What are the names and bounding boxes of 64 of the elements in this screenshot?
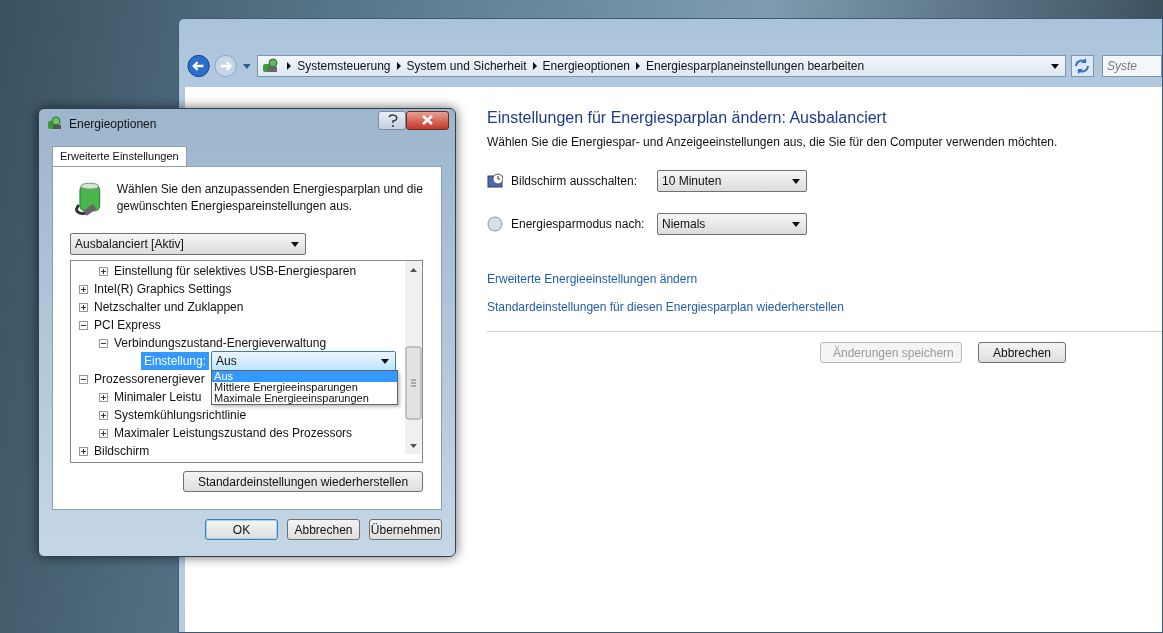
caret-icon — [291, 241, 299, 247]
caret-icon — [243, 63, 252, 69]
window-title: Energieoptionen — [69, 117, 157, 131]
chevron-icon — [396, 62, 401, 70]
plan-dropdown[interactable]: Ausbalanciert [Aktiv] — [70, 233, 306, 255]
question-mark-icon — [386, 112, 398, 128]
tree-item[interactable]: Netzschalter und Zuklappen — [94, 300, 244, 314]
dialog-button[interactable]: Übernehmen — [369, 519, 442, 540]
tree-item[interactable]: Prozessorenergiever — [94, 372, 205, 386]
breadcrumb-item[interactable]: System und Sicherheit — [406, 59, 527, 73]
breadcrumb-item[interactable]: Energiesparplaneinstellungen bearbeiten — [646, 59, 865, 73]
breadcrumb-item[interactable]: Energieoptionen — [542, 59, 630, 73]
expand-icon[interactable] — [79, 302, 88, 312]
setting-label: Bildschirm ausschalten: — [511, 174, 639, 188]
restore-defaults-button[interactable]: Standardeinstellungen wiederherstellen — [183, 471, 423, 492]
refresh-icon — [1073, 57, 1092, 75]
instruction-text: Wählen Sie den anzupassenden Energiesparplan und die gewünschten Energiespareinstellungen aus. — [116, 181, 423, 215]
dropdown[interactable]: Niemals — [657, 213, 807, 235]
expand-icon[interactable] — [79, 284, 88, 294]
expand-icon[interactable] — [99, 392, 108, 402]
collapse-icon[interactable] — [99, 338, 108, 348]
search-field[interactable]: Syste — [1102, 55, 1162, 77]
tree-item[interactable]: Einstellung für selektives USB-Energiesparen — [114, 264, 357, 278]
monitor-clock-icon — [487, 173, 503, 189]
dropdown-option[interactable]: Mittlere Energieeinsparungen — [212, 382, 398, 393]
collapse-icon[interactable] — [79, 320, 88, 330]
expand-icon[interactable] — [99, 410, 108, 420]
tree-item[interactable]: PCI Express — [94, 318, 161, 332]
tab[interactable]: Erweiterte Einstellungen — [52, 146, 187, 166]
refresh-button[interactable] — [1070, 55, 1094, 77]
back-icon[interactable] — [187, 54, 211, 78]
close-icon — [422, 115, 433, 125]
dropdown[interactable]: 10 Minuten — [657, 170, 807, 192]
collapse-icon[interactable] — [79, 374, 88, 384]
close-button[interactable] — [406, 110, 449, 130]
help-button[interactable] — [378, 110, 406, 130]
setting-label: Energiesparmodus nach: — [511, 217, 646, 231]
cancel-button[interactable]: Abbrechen — [978, 342, 1066, 363]
page-description: Wählen Sie die Energiespar- und Anzeigeeinstellungen aus, die Sie für den Computer verwenden möchten. — [487, 135, 1058, 149]
caret-icon — [381, 358, 390, 364]
tree-item[interactable]: Maximaler Leistungszustand des Prozessors — [114, 426, 353, 440]
breadcrumb-item[interactable]: Systemsteuerung — [297, 59, 391, 73]
link[interactable]: Standardeinstellungen für diesen Energiesparplan wiederherstellen — [487, 300, 844, 314]
chevron-icon — [532, 62, 537, 70]
tree-item[interactable]: Systemkühlungsrichtlinie — [114, 408, 247, 422]
page-title: Einstellungen für Energiesparplan ändern: Ausbalanciert — [487, 109, 887, 128]
expand-icon[interactable] — [99, 428, 108, 438]
tree-item[interactable]: Intel(R) Graphics Settings — [94, 282, 232, 296]
tree-item[interactable]: Verbindungszustand-Energieverwaltung — [114, 336, 327, 350]
dropdown-option[interactable]: Maximale Energieeinsparungen — [212, 393, 398, 404]
link[interactable]: Erweiterte Energieeinstellungen ändern — [487, 272, 844, 286]
chevron-icon — [636, 62, 640, 70]
caret-icon — [792, 178, 800, 184]
setting-label: Einstellung: — [141, 352, 210, 370]
address-bar[interactable]: Systemsteuerung System und Sicherheit Energieoptionen Energiesparplaneinstellungen bearbeiten — [257, 55, 1066, 77]
tree-item[interactable]: Bildschirm — [94, 444, 150, 458]
dialog-button[interactable]: OK — [205, 519, 278, 540]
chevron-icon — [287, 62, 292, 70]
tree-item[interactable]: Minimaler Leistu — [114, 390, 202, 404]
expand-icon[interactable] — [99, 266, 108, 276]
caret-icon — [1050, 63, 1059, 69]
dialog-button[interactable]: Abbrechen — [287, 519, 360, 540]
caret-icon — [792, 221, 800, 227]
expand-icon[interactable] — [79, 446, 88, 456]
